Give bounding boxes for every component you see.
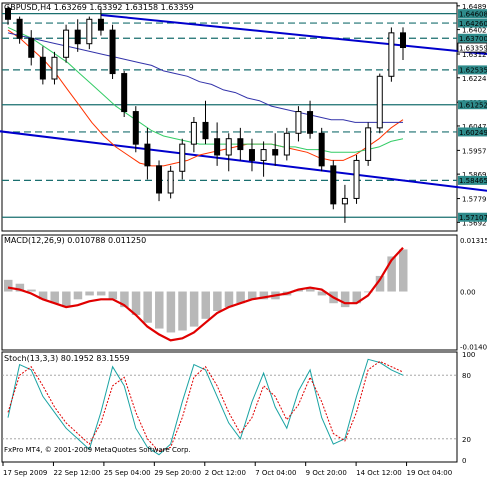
candle-body	[144, 143, 151, 167]
candle-body	[400, 32, 406, 49]
macd-histogram-bar	[85, 291, 94, 296]
stoch-main-line	[7, 358, 404, 456]
candle-body	[225, 138, 232, 156]
candle-body	[214, 138, 221, 156]
macd-histogram-bar	[155, 291, 164, 329]
y-tick-label: 1.57795	[462, 196, 487, 204]
x-tick-label: 29 Sep 20:00	[154, 469, 201, 477]
price-tag-label: 1.64260	[459, 20, 487, 28]
macd-panel: 0.0131540.00-0.014088	[4, 237, 487, 351]
macd-title: MACD(12,26,9) 0.010788 0.011250	[4, 236, 146, 245]
candle-body	[260, 149, 267, 161]
candle-body	[74, 29, 81, 45]
candle-body	[330, 165, 337, 205]
price-tag-label: 1.64608	[459, 10, 487, 18]
candle-body	[272, 149, 279, 156]
candle-body	[28, 37, 35, 58]
macd-histogram-bar	[399, 249, 408, 292]
x-tick-label: 17 Sep 2009	[3, 469, 47, 477]
stoch-y-tick-label: 100	[462, 351, 475, 359]
price-panel: 1.648951.640201.631201.622451.613451.604…	[0, 3, 487, 227]
candle-body	[97, 18, 104, 31]
stoch-title: Stoch(13,3,3) 80.1952 83.1559	[4, 354, 130, 363]
x-tick-label: 22 Sep 12:00	[53, 469, 100, 477]
chart-svg: 1.648951.640201.631201.622451.613451.604…	[0, 2, 487, 477]
macd-histogram-bar	[4, 279, 13, 292]
candle-body	[16, 18, 23, 39]
price-tag-label: 1.58465	[459, 177, 487, 185]
trend-line	[0, 130, 487, 192]
x-tick-label: 7 Oct 04:00	[255, 469, 296, 477]
macd-histogram-bar	[96, 291, 106, 296]
price-tag-label: 1.63700	[459, 35, 487, 43]
macd-histogram-bar	[27, 289, 36, 292]
candle-body	[307, 111, 314, 134]
candle-body	[318, 132, 325, 167]
x-tick-label: 25 Sep 04:00	[104, 469, 151, 477]
candle-body	[156, 165, 163, 194]
macd-histogram-bar	[178, 291, 187, 331]
x-tick-label: 9 Oct 20:00	[306, 469, 347, 477]
candle-body	[86, 18, 93, 45]
candle-body	[190, 121, 197, 145]
stoch-y-tick-label: 20	[462, 436, 471, 444]
candle-body	[51, 56, 58, 80]
chart-root: 1.648951.640201.631201.622451.613451.604…	[0, 0, 487, 480]
macd-histogram-bar	[201, 291, 210, 319]
macd-histogram-bar	[73, 291, 83, 300]
candle-body	[388, 32, 395, 77]
candle-body	[237, 138, 244, 151]
candle-body	[167, 170, 174, 194]
macd-y-tick-label: 0.00	[460, 289, 476, 297]
candle-body	[365, 127, 372, 161]
price-tag-label: 1.57107	[459, 214, 487, 222]
x-axis: 17 Sep 2009 22 Sep 12:00 25 Sep 04:00 29 Se…	[2, 462, 453, 477]
macd-histogram-bar	[224, 291, 234, 308]
y-tick-label: 1.62245	[462, 75, 487, 83]
macd-y-tick-label: 0.013154	[460, 237, 487, 245]
macd-histogram-bar	[340, 291, 350, 308]
candle-body	[248, 149, 255, 161]
candle-body	[109, 29, 116, 75]
y-tick-label: 1.59570	[462, 147, 487, 155]
macd-histogram-bar	[189, 291, 199, 327]
macd-histogram-bar	[143, 291, 152, 323]
candle-body	[376, 75, 383, 129]
candle-body	[341, 197, 348, 205]
candle-body	[179, 143, 186, 172]
price-tag-label: 1.62535	[459, 67, 487, 75]
candle-body	[63, 29, 70, 58]
candle-body	[283, 132, 290, 156]
price-tag-label: 1.60249	[459, 129, 487, 137]
price-tag-label: 1.61252	[459, 102, 487, 110]
trend-line	[100, 13, 487, 55]
stoch-y-tick-label: 80	[462, 372, 471, 380]
x-tick-label: 14 Oct 12:00	[356, 469, 402, 477]
candle-body	[39, 56, 46, 80]
stoch-y-tick-label: 0	[462, 457, 466, 465]
candle-body	[353, 159, 360, 199]
macd-histogram-bar	[166, 291, 176, 333]
price-title: GBPUSD,H4 1.63269 1.63392 1.63158 1.6335…	[4, 3, 194, 12]
candle-body	[295, 111, 302, 134]
macd-histogram-bar	[108, 291, 118, 300]
macd-histogram-bar	[62, 291, 71, 308]
copyright-text: FxPro MT4, © 2001-2009 MetaQuotes Softwa…	[4, 446, 191, 454]
candle-body	[202, 121, 209, 140]
x-tick-label: 19 Oct 04:00	[407, 469, 453, 477]
macd-histogram-bar	[213, 291, 222, 312]
x-tick-label: 2 Oct 12:00	[205, 469, 246, 477]
candle-body	[121, 73, 128, 113]
price-tag-label: 1.63359	[459, 44, 487, 52]
candle-body	[132, 111, 139, 145]
